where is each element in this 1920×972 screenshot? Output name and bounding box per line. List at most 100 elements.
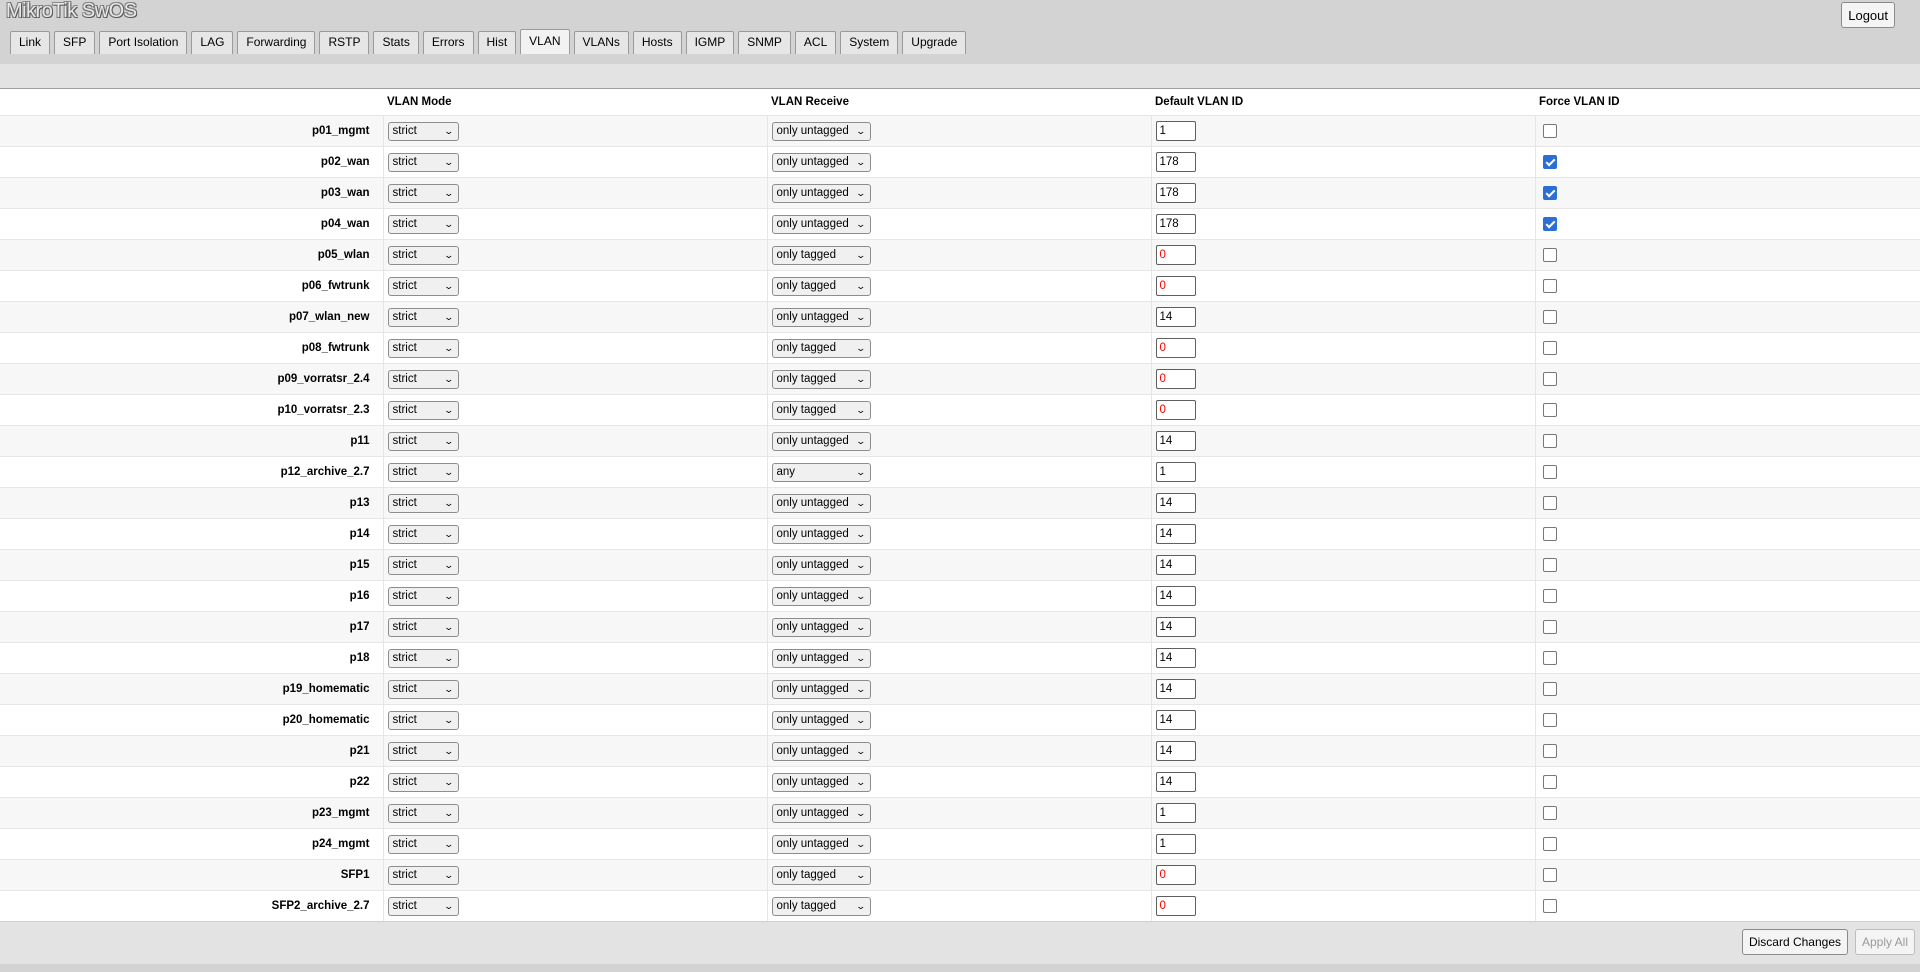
tab-hist[interactable]: Hist [477, 31, 517, 54]
force-vlan-id-checkbox[interactable] [1542, 744, 1557, 759]
force-vlan-id-checkbox[interactable] [1542, 372, 1557, 387]
default-vlan-id-input[interactable] [1155, 152, 1196, 172]
vlan-receive-select[interactable]: only tagged ⌄ [771, 338, 871, 358]
vlan-receive-select[interactable]: only untagged ⌄ [771, 803, 871, 823]
tab-acl[interactable]: ACL [794, 31, 837, 54]
vlan-receive-select[interactable]: only untagged ⌄ [771, 772, 871, 792]
force-vlan-id-checkbox[interactable] [1542, 527, 1557, 542]
force-vlan-id-checkbox[interactable] [1542, 713, 1557, 728]
vlan-receive-select[interactable]: only tagged ⌄ [771, 865, 871, 885]
vlan-mode-select[interactable]: strict ⌄ [387, 648, 459, 668]
default-vlan-id-input[interactable] [1155, 617, 1196, 637]
tab-port-isolation[interactable]: Port Isolation [99, 31, 188, 54]
vlan-mode-select[interactable]: strict ⌄ [387, 152, 459, 172]
vlan-mode-select[interactable]: strict ⌄ [387, 803, 459, 823]
tab-hosts[interactable]: Hosts [632, 31, 682, 54]
vlan-receive-select[interactable]: only tagged ⌄ [771, 896, 871, 916]
vlan-receive-select[interactable]: only untagged ⌄ [771, 834, 871, 854]
vlan-receive-select[interactable]: only untagged ⌄ [771, 431, 871, 451]
force-vlan-id-checkbox[interactable] [1542, 899, 1557, 914]
force-vlan-id-checkbox[interactable] [1542, 434, 1557, 449]
vlan-receive-select[interactable]: only tagged ⌄ [771, 245, 871, 265]
default-vlan-id-input[interactable] [1155, 896, 1196, 916]
force-vlan-id-checkbox[interactable] [1542, 403, 1557, 418]
force-vlan-id-checkbox[interactable] [1542, 155, 1557, 170]
vlan-mode-select[interactable]: strict ⌄ [387, 493, 459, 513]
force-vlan-id-checkbox[interactable] [1542, 620, 1557, 635]
vlan-mode-select[interactable]: strict ⌄ [387, 710, 459, 730]
vlan-mode-select[interactable]: strict ⌄ [387, 307, 459, 327]
tab-snmp[interactable]: SNMP [738, 31, 791, 54]
vlan-mode-select[interactable]: strict ⌄ [387, 276, 459, 296]
vlan-mode-select[interactable]: strict ⌄ [387, 524, 459, 544]
default-vlan-id-input[interactable] [1155, 834, 1196, 854]
vlan-receive-select[interactable]: only tagged ⌄ [771, 276, 871, 296]
default-vlan-id-input[interactable] [1155, 524, 1196, 544]
vlan-receive-select[interactable]: only untagged ⌄ [771, 617, 871, 637]
vlan-mode-select[interactable]: strict ⌄ [387, 183, 459, 203]
force-vlan-id-checkbox[interactable] [1542, 837, 1557, 852]
force-vlan-id-checkbox[interactable] [1542, 279, 1557, 294]
default-vlan-id-input[interactable] [1155, 431, 1196, 451]
vlan-mode-select[interactable]: strict ⌄ [387, 245, 459, 265]
logout-button[interactable]: Logout [1841, 2, 1895, 28]
force-vlan-id-checkbox[interactable] [1542, 868, 1557, 883]
force-vlan-id-checkbox[interactable] [1542, 775, 1557, 790]
force-vlan-id-checkbox[interactable] [1542, 589, 1557, 604]
tab-igmp[interactable]: IGMP [685, 31, 735, 54]
force-vlan-id-checkbox[interactable] [1542, 124, 1557, 139]
vlan-mode-select[interactable]: strict ⌄ [387, 896, 459, 916]
vlan-mode-select[interactable]: strict ⌄ [387, 679, 459, 699]
vlan-receive-select[interactable]: only untagged ⌄ [771, 586, 871, 606]
force-vlan-id-checkbox[interactable] [1542, 217, 1557, 232]
force-vlan-id-checkbox[interactable] [1542, 341, 1557, 356]
tab-sfp[interactable]: SFP [54, 31, 96, 54]
vlan-receive-select[interactable]: only untagged ⌄ [771, 214, 871, 234]
tab-vlan[interactable]: VLAN [520, 29, 570, 54]
vlan-mode-select[interactable]: strict ⌄ [387, 834, 459, 854]
vlan-receive-select[interactable]: only untagged ⌄ [771, 741, 871, 761]
default-vlan-id-input[interactable] [1155, 121, 1196, 141]
vlan-receive-select[interactable]: only untagged ⌄ [771, 493, 871, 513]
vlan-mode-select[interactable]: strict ⌄ [387, 741, 459, 761]
vlan-receive-select[interactable]: only untagged ⌄ [771, 555, 871, 575]
tab-rstp[interactable]: RSTP [319, 31, 370, 54]
vlan-receive-select[interactable]: only untagged ⌄ [771, 121, 871, 141]
vlan-receive-select[interactable]: only tagged ⌄ [771, 369, 871, 389]
vlan-receive-select[interactable]: only untagged ⌄ [771, 183, 871, 203]
force-vlan-id-checkbox[interactable] [1542, 310, 1557, 325]
tab-vlans[interactable]: VLANs [573, 31, 629, 54]
vlan-receive-select[interactable]: only untagged ⌄ [771, 648, 871, 668]
default-vlan-id-input[interactable] [1155, 741, 1196, 761]
vlan-receive-select[interactable]: only untagged ⌄ [771, 710, 871, 730]
vlan-mode-select[interactable]: strict ⌄ [387, 617, 459, 637]
vlan-receive-select[interactable]: only untagged ⌄ [771, 307, 871, 327]
tab-link[interactable]: Link [10, 31, 51, 54]
vlan-receive-select[interactable]: only tagged ⌄ [771, 400, 871, 420]
force-vlan-id-checkbox[interactable] [1542, 248, 1557, 263]
default-vlan-id-input[interactable] [1155, 214, 1196, 234]
default-vlan-id-input[interactable] [1155, 276, 1196, 296]
vlan-mode-select[interactable]: strict ⌄ [387, 555, 459, 575]
default-vlan-id-input[interactable] [1155, 710, 1196, 730]
vlan-mode-select[interactable]: strict ⌄ [387, 865, 459, 885]
vlan-mode-select[interactable]: strict ⌄ [387, 214, 459, 234]
default-vlan-id-input[interactable] [1155, 369, 1196, 389]
vlan-mode-select[interactable]: strict ⌄ [387, 400, 459, 420]
default-vlan-id-input[interactable] [1155, 338, 1196, 358]
vlan-mode-select[interactable]: strict ⌄ [387, 586, 459, 606]
vlan-receive-select[interactable]: only untagged ⌄ [771, 152, 871, 172]
tab-stats[interactable]: Stats [373, 31, 419, 54]
default-vlan-id-input[interactable] [1155, 493, 1196, 513]
default-vlan-id-input[interactable] [1155, 245, 1196, 265]
vlan-mode-select[interactable]: strict ⌄ [387, 431, 459, 451]
force-vlan-id-checkbox[interactable] [1542, 496, 1557, 511]
force-vlan-id-checkbox[interactable] [1542, 806, 1557, 821]
vlan-receive-select[interactable]: only untagged ⌄ [771, 679, 871, 699]
vlan-mode-select[interactable]: strict ⌄ [387, 369, 459, 389]
default-vlan-id-input[interactable] [1155, 679, 1196, 699]
default-vlan-id-input[interactable] [1155, 803, 1196, 823]
default-vlan-id-input[interactable] [1155, 865, 1196, 885]
apply-all-button[interactable]: Apply All [1854, 929, 1915, 955]
default-vlan-id-input[interactable] [1155, 462, 1196, 482]
